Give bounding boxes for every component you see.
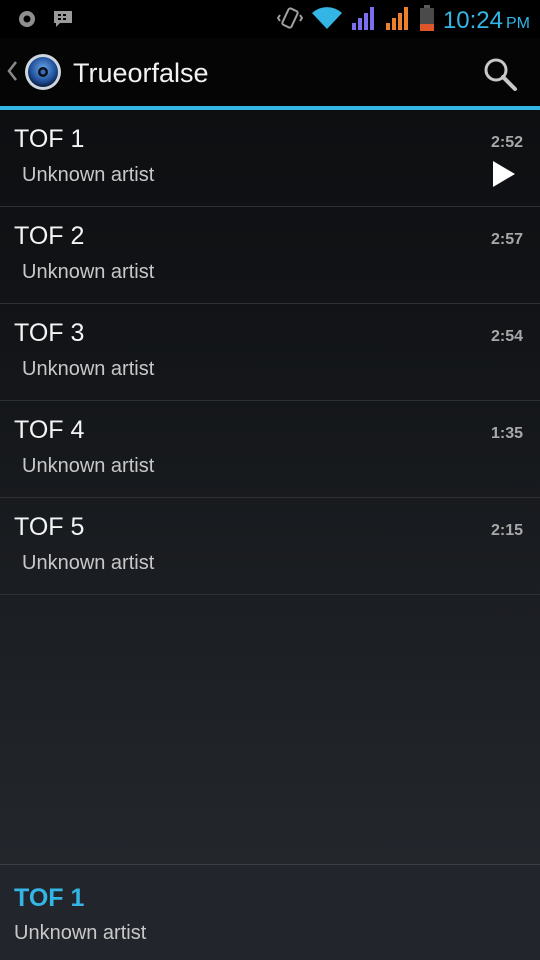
wifi-icon	[311, 5, 343, 36]
battery-icon	[419, 4, 435, 37]
bbm-icon	[52, 9, 74, 34]
signal-2-icon	[385, 5, 411, 36]
now-playing-title: TOF 1	[14, 884, 85, 912]
track-duration: 2:57	[490, 231, 523, 248]
status-bar: 10:24 PM	[0, 0, 540, 38]
signal-1-icon	[351, 5, 377, 36]
track-title: TOF 5	[14, 513, 85, 541]
track-row[interactable]: TOF 3 Unknown artist 2:54	[0, 304, 540, 401]
page-title: Trueorfalse	[73, 58, 209, 88]
track-artist: Unknown artist	[22, 552, 155, 574]
speaker-icon[interactable]	[24, 53, 62, 91]
track-title: TOF 1	[14, 125, 85, 153]
action-bar: Trueorfalse	[0, 38, 540, 110]
track-duration: 2:52	[490, 134, 523, 151]
track-artist: Unknown artist	[22, 358, 155, 380]
track-duration: 2:15	[490, 522, 523, 539]
settings-notification-icon	[18, 10, 36, 33]
play-icon	[492, 160, 516, 193]
clock-time: 10:24	[442, 6, 503, 34]
clock-ampm: PM	[506, 14, 530, 32]
vibrate-icon	[276, 6, 304, 35]
track-artist: Unknown artist	[22, 164, 155, 186]
track-duration: 2:54	[490, 328, 523, 345]
now-playing-artist: Unknown artist	[14, 922, 147, 944]
track-duration: 1:35	[490, 425, 523, 442]
track-artist: Unknown artist	[22, 455, 155, 477]
system-icons: 10:24 PM	[276, 4, 530, 37]
track-list: TOF 1 Unknown artist 2:52 TOF 2 Unknown …	[0, 110, 540, 595]
search-icon[interactable]	[480, 54, 520, 94]
now-playing-bar[interactable]: TOF 1 Unknown artist	[0, 864, 540, 960]
track-row[interactable]: TOF 5 Unknown artist 2:15	[0, 498, 540, 595]
track-title: TOF 3	[14, 319, 85, 347]
screen: 10:24 PM Trueorfalse TOF 1 Unknown artis…	[0, 0, 540, 960]
track-title: TOF 2	[14, 222, 85, 250]
track-artist: Unknown artist	[22, 261, 155, 283]
track-row[interactable]: TOF 2 Unknown artist 2:57	[0, 207, 540, 304]
track-title: TOF 4	[14, 416, 85, 444]
track-row[interactable]: TOF 4 Unknown artist 1:35	[0, 401, 540, 498]
up-caret-icon[interactable]	[6, 60, 18, 87]
notification-icons	[18, 9, 74, 34]
track-row[interactable]: TOF 1 Unknown artist 2:52	[0, 110, 540, 207]
